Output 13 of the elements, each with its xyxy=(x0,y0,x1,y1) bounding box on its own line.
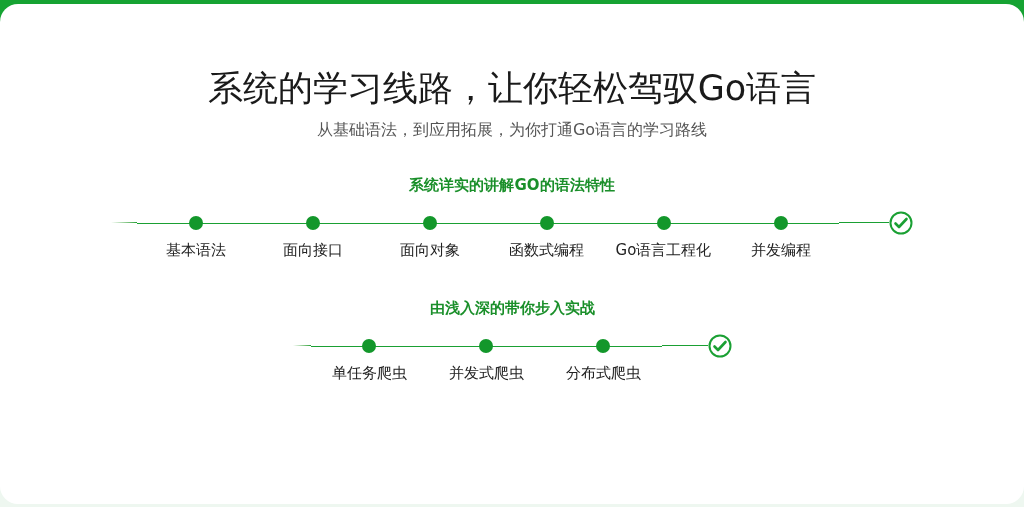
track-title: 由浅入深的带你步入实战 xyxy=(429,298,595,319)
step-label: 分布式爬虫 xyxy=(565,362,641,384)
step-label: 函数式编程 xyxy=(509,239,584,261)
track-title: 系统详实的讲解GO的语法特性 xyxy=(409,175,615,196)
step-label: 单任务爬虫 xyxy=(331,362,407,384)
step-label: 面向对象 xyxy=(399,239,460,261)
step-label: 并发编程 xyxy=(750,239,811,261)
step-label: 基本语法 xyxy=(165,239,226,261)
step-label: 并发式爬虫 xyxy=(448,362,524,384)
page-title: 系统的学习线路，让你轻松驾驭Go语言 xyxy=(207,67,817,110)
step-label: 面向接口 xyxy=(282,239,343,261)
step-label: Go语言工程化 xyxy=(615,239,712,261)
page-subtitle: 从基础语法，到应用拓展，为你打通Go语言的学习路线 xyxy=(316,119,708,141)
